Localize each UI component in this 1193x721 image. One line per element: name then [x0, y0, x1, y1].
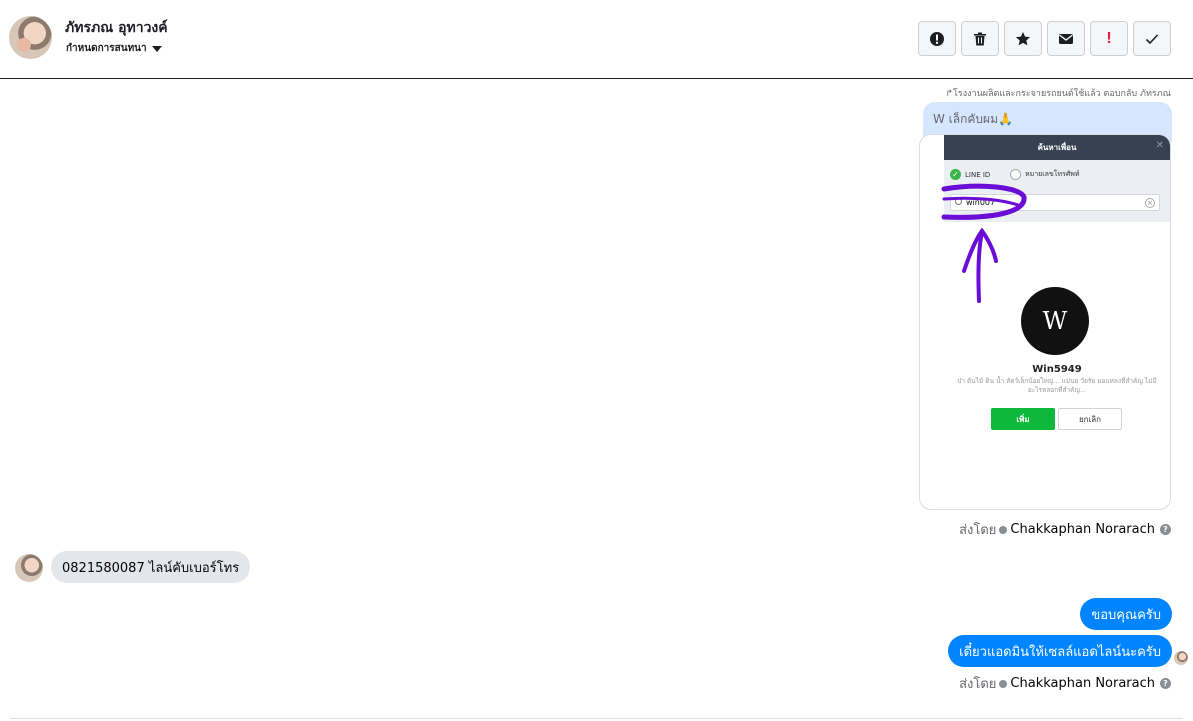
mark-unread-button[interactable] — [1047, 21, 1085, 56]
line-add-friend-screenshot: ค้นหาเพื่อน ✕ ✓ LINE ID หมายเลขโทรศัพท์ … — [944, 135, 1170, 509]
search-icon — [955, 198, 962, 205]
spam-button[interactable]: ! — [1090, 21, 1128, 56]
help-icon[interactable]: ? — [1160, 678, 1171, 689]
verified-icon — [999, 679, 1008, 688]
exclamation-icon: ! — [1106, 29, 1112, 47]
sent-by-prefix: ส่งโดย — [959, 523, 997, 538]
delete-button[interactable] — [961, 21, 999, 56]
cancel-button: ยกเลิก — [1058, 408, 1122, 430]
reply-reference[interactable]: ↱โรงงานผลิตและกระจายรถยนต์ใช้แล้ว ตอบกลั… — [946, 86, 1171, 100]
search-field: win007 × — [950, 194, 1160, 211]
conversation-settings-dropdown[interactable]: กำหนดการสนทนา — [66, 41, 162, 56]
check-icon: ✓ — [950, 169, 961, 180]
envelope-icon — [1059, 33, 1073, 44]
profile-logo: W — [1021, 287, 1089, 355]
conversation-header: ภัทรภณ อุทาวงค์ กำหนดการสนทนา ! — [0, 0, 1193, 79]
clear-icon: × — [1145, 198, 1155, 208]
done-button[interactable] — [1133, 21, 1171, 56]
verified-icon — [999, 525, 1008, 534]
dialog-title: ค้นหาเพื่อน ✕ — [944, 135, 1170, 160]
sent-by-prefix: ส่งโดย — [959, 677, 997, 692]
option-phone-label: หมายเลขโทรศัพท์ — [1025, 170, 1080, 178]
search-value: win007 — [966, 198, 996, 207]
chevron-down-icon — [151, 45, 162, 52]
option-line-id: ✓ LINE ID — [950, 169, 990, 180]
contact-avatar[interactable] — [15, 554, 43, 582]
conversation-settings-label: กำหนดการสนทนา — [66, 43, 147, 54]
trash-icon — [974, 32, 986, 45]
contact-name[interactable]: ภัทรภณ อุทาวงค์ — [65, 17, 168, 39]
add-button: เพิ่ม — [991, 408, 1055, 430]
sender-name[interactable]: Chakkaphan Norarach — [1010, 676, 1155, 691]
star-button[interactable] — [1004, 21, 1042, 56]
option-phone: หมายเลขโทรศัพท์ — [1010, 169, 1080, 180]
outgoing-message[interactable]: ขอบคุณครับ — [1080, 598, 1172, 630]
read-receipt-avatar — [1174, 651, 1188, 665]
report-icon — [930, 31, 944, 46]
option-line-id-label: LINE ID — [965, 170, 991, 179]
profile-name: Win5949 — [1032, 364, 1082, 375]
dialog-title-text: ค้นหาเพื่อน — [1037, 143, 1077, 152]
sender-name[interactable]: Chakkaphan Norarach — [1010, 522, 1155, 537]
star-icon — [1015, 31, 1031, 45]
avatar[interactable] — [9, 16, 52, 59]
sent-by-label: ส่งโดย Chakkaphan Norarach ? — [959, 519, 1171, 540]
profile-description: ป่า ต้นไม้ ดิน น้ำ สัตว์เล็กน้อยใหญ่... … — [957, 377, 1157, 394]
incoming-message[interactable]: 0821580087 ไลน์คับเบอร์โทร — [51, 551, 251, 583]
close-icon: ✕ — [1155, 140, 1164, 151]
logo-text: W — [1042, 307, 1068, 335]
image-attachment[interactable]: ค้นหาเพื่อน ✕ ✓ LINE ID หมายเลขโทรศัพท์ … — [919, 134, 1171, 510]
search-options: ✓ LINE ID หมายเลขโทรศัพท์ win007 × — [944, 160, 1170, 222]
radio-icon — [1010, 169, 1021, 180]
outgoing-message[interactable]: เดี๋ยวแอดมินให้เซลล์แอดไลน์นะครับ — [948, 635, 1172, 667]
help-icon[interactable]: ? — [1160, 524, 1171, 535]
composer-divider — [10, 718, 1183, 719]
report-button[interactable] — [918, 21, 956, 56]
checkmark-icon — [1145, 33, 1159, 44]
sent-by-label: ส่งโดย Chakkaphan Norarach ? — [959, 673, 1171, 694]
action-toolbar: ! — [918, 21, 1171, 56]
